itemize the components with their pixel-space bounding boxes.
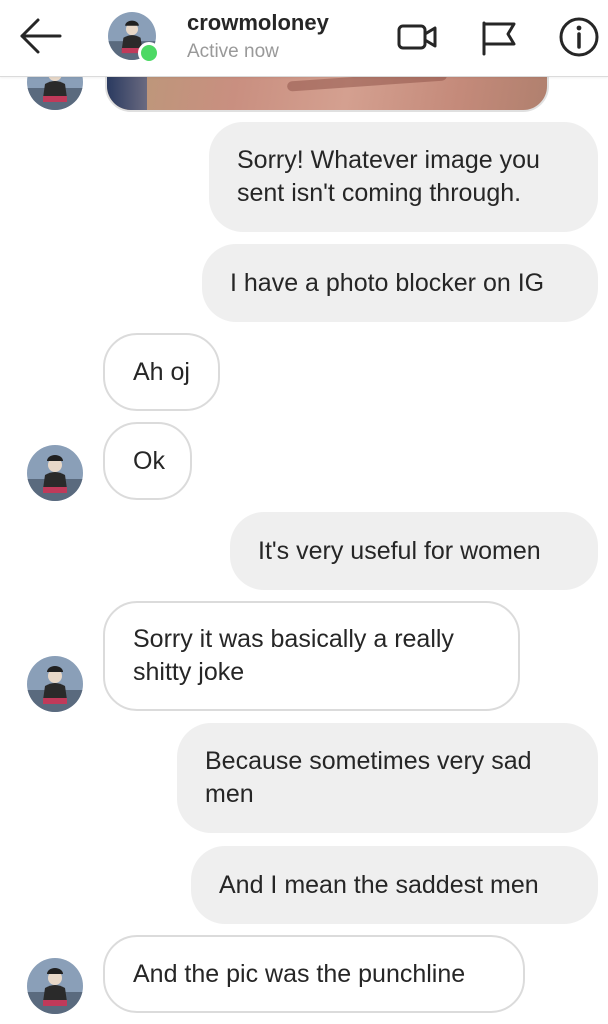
message-thread[interactable]: Sorry! Whatever image you sent isn't com… [0, 0, 608, 1024]
message-text: Sorry it was basically a really shitty j… [133, 625, 454, 686]
avatar-photo [27, 656, 83, 712]
flag-icon [482, 21, 516, 56]
message-text: And the pic was the punchline [133, 959, 466, 988]
chat-header: crowmoloney Active now [0, 0, 608, 77]
message-bubble-received[interactable]: Ah oj [103, 333, 220, 411]
back-button[interactable] [14, 14, 66, 58]
info-button[interactable] [556, 14, 602, 60]
message-bubble-sent[interactable]: Sorry! Whatever image you sent isn't com… [209, 122, 598, 232]
avatar[interactable] [27, 656, 83, 712]
message-text: Sorry! Whatever image you sent isn't com… [237, 146, 540, 207]
avatar-photo [27, 958, 83, 1014]
arrow-left-icon [20, 18, 62, 54]
message-text: It's very useful for women [258, 536, 541, 565]
message-bubble-sent[interactable]: I have a photo blocker on IG [202, 244, 598, 322]
message-text: I have a photo blocker on IG [230, 268, 545, 297]
header-avatar[interactable] [108, 12, 160, 64]
message-bubble-sent[interactable]: Because sometimes very sad men [177, 723, 598, 833]
report-button[interactable] [476, 14, 522, 60]
info-icon [559, 17, 599, 57]
online-status-dot [138, 42, 160, 64]
message-text: Because sometimes very sad men [205, 747, 532, 808]
message-bubble-sent[interactable]: It's very useful for women [230, 512, 598, 590]
message-bubble-received[interactable]: And the pic was the punchline [103, 935, 525, 1013]
avatar[interactable] [27, 445, 83, 501]
message-bubble-received[interactable]: Sorry it was basically a really shitty j… [103, 601, 520, 711]
avatar[interactable] [27, 958, 83, 1014]
message-text: Ah oj [133, 357, 190, 386]
chat-username[interactable]: crowmoloney [187, 10, 329, 36]
message-text: Ok [133, 446, 165, 475]
avatar-photo [27, 445, 83, 501]
message-bubble-sent[interactable]: And I mean the saddest men [191, 846, 598, 924]
message-text: And I mean the saddest men [219, 870, 539, 899]
video-camera-icon [397, 24, 437, 50]
active-status: Active now [187, 41, 279, 62]
message-bubble-received[interactable]: Ok [103, 422, 192, 500]
video-call-button[interactable] [394, 14, 440, 60]
